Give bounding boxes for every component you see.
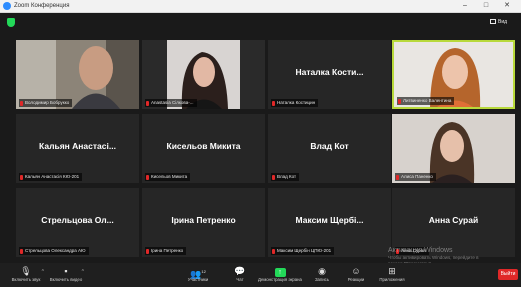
participant-name-tag: Anastasia Сілкова-... xyxy=(145,99,197,107)
window-title: Zoom Конференция xyxy=(14,3,70,9)
meeting-area: Вид Володимир Бобрукко Anastasia Сілкова… xyxy=(0,13,521,263)
participant-display-name: Кальян Анастасі... xyxy=(39,141,116,151)
participant-name-tag: Максим Щербін ЦПЮ-201 xyxy=(271,247,335,255)
muted-mic-icon xyxy=(146,248,149,254)
participant-name: Кисельов Микита xyxy=(151,174,188,179)
participant-name-tag: Володимир Бобрукко xyxy=(19,99,73,107)
window-titlebar: Zoom Конференция – □ ✕ xyxy=(0,0,521,13)
minimize-button[interactable]: – xyxy=(457,0,473,12)
participant-tile[interactable]: Стрельцова Ол... Стрельцова Олександра А… xyxy=(16,188,139,257)
participant-name: Володимир Бобрукко xyxy=(25,100,70,105)
participant-name: Анна Сурай xyxy=(401,248,426,253)
start-video-button[interactable]: ▪ ^ Включить видео xyxy=(40,265,92,286)
participant-tile-active-speaker[interactable]: Литвиненко Валентина xyxy=(392,40,515,109)
participant-name: Максим Щербін ЦПЮ-201 xyxy=(277,248,332,253)
participant-name-tag: Наталка Костицин xyxy=(271,99,319,107)
apps-label: Приложения xyxy=(379,277,405,282)
participant-tile[interactable]: Анна Сурай Анна Сурай xyxy=(392,188,515,257)
muted-mic-icon xyxy=(396,174,399,180)
chevron-up-icon[interactable]: ^ xyxy=(82,269,84,275)
participant-display-name: Наталка Кости... xyxy=(295,67,364,77)
participant-name: Стрельцова Олександра АЮ xyxy=(25,248,86,253)
participant-display-name: Ірина Петренко xyxy=(171,215,236,225)
view-label: Вид xyxy=(498,19,508,25)
muted-mic-icon xyxy=(146,100,149,106)
participant-display-name: Анна Сурай xyxy=(428,215,479,225)
participant-name-tag: Влад Кот xyxy=(271,173,300,181)
apps-button[interactable]: ⊞ Приложения xyxy=(366,265,418,286)
close-button[interactable]: ✕ xyxy=(499,0,515,12)
muted-mic-icon xyxy=(20,248,23,254)
participant-name: Кальян Анастасія КЮ-201 xyxy=(25,174,80,179)
participant-name-tag: Алиса Паненко xyxy=(395,173,436,181)
participant-name: Влад Кот xyxy=(277,174,297,179)
participant-name-tag: Кисельов Микита xyxy=(145,173,191,181)
participant-display-name: Стрельцова Ол... xyxy=(41,215,114,225)
participant-tile[interactable]: Ірина Петренко Ірина Петренко xyxy=(142,188,265,257)
participant-display-name: Кисельов Микита xyxy=(166,141,241,151)
participant-name: Алиса Паненко xyxy=(401,174,433,179)
maximize-button[interactable]: □ xyxy=(478,0,494,12)
leave-meeting-button[interactable]: Выйти xyxy=(498,269,518,280)
participants-count: 12 xyxy=(201,269,206,274)
participant-display-name: Влад Кот xyxy=(310,141,349,151)
participant-name-tag: Стрельцова Олександра АЮ xyxy=(19,247,89,255)
participant-name: Наталка Костицин xyxy=(277,100,316,105)
zoom-logo-icon xyxy=(3,2,11,10)
muted-mic-icon xyxy=(272,174,275,180)
camera-off-icon: ▪ xyxy=(64,266,68,276)
muted-mic-icon xyxy=(146,174,149,180)
shield-icon[interactable] xyxy=(7,18,15,27)
participant-name-tag: Анна Сурай xyxy=(395,247,429,255)
muted-mic-icon xyxy=(272,248,275,254)
participant-name-tag: Кальян Анастасія КЮ-201 xyxy=(19,173,83,181)
muted-mic-icon xyxy=(272,100,275,106)
participant-tile[interactable]: Влад Кот Влад Кот xyxy=(268,114,391,183)
view-button[interactable]: Вид xyxy=(490,17,518,27)
muted-mic-icon xyxy=(20,174,23,180)
participant-name-tag: Ірина Петренко xyxy=(145,247,187,255)
start-video-label: Включить видео xyxy=(49,277,83,282)
participant-tile[interactable]: Алиса Паненко xyxy=(392,114,515,183)
muted-mic-icon xyxy=(396,248,399,254)
participant-tile[interactable]: Володимир Бобрукко xyxy=(16,40,139,109)
participant-name-tag: Литвиненко Валентина xyxy=(397,97,455,105)
muted-mic-icon xyxy=(398,98,401,104)
grid-view-icon xyxy=(490,19,496,25)
apps-icon: ⊞ xyxy=(388,266,396,276)
participant-tile[interactable]: Кальян Анастасі... Кальян Анастасія КЮ-2… xyxy=(16,114,139,183)
participant-tile[interactable]: Кисельов Микита Кисельов Микита xyxy=(142,114,265,183)
participant-tile[interactable]: Anastasia Сілкова-... xyxy=(142,40,265,109)
participant-name: Anastasia Сілкова-... xyxy=(151,100,194,105)
meeting-toolbar: 🎙 ^ Включить звук ▪ ^ Включить видео 👥12… xyxy=(0,263,521,287)
participant-name: Литвиненко Валентина xyxy=(403,98,452,103)
participant-name: Ірина Петренко xyxy=(151,248,184,253)
muted-mic-icon xyxy=(20,100,23,106)
participant-tile[interactable]: Максим Щербі... Максим Щербін ЦПЮ-201 xyxy=(268,188,391,257)
participant-tile[interactable]: Наталка Кости... Наталка Костицин xyxy=(268,40,391,109)
participant-display-name: Максим Щербі... xyxy=(295,215,364,225)
